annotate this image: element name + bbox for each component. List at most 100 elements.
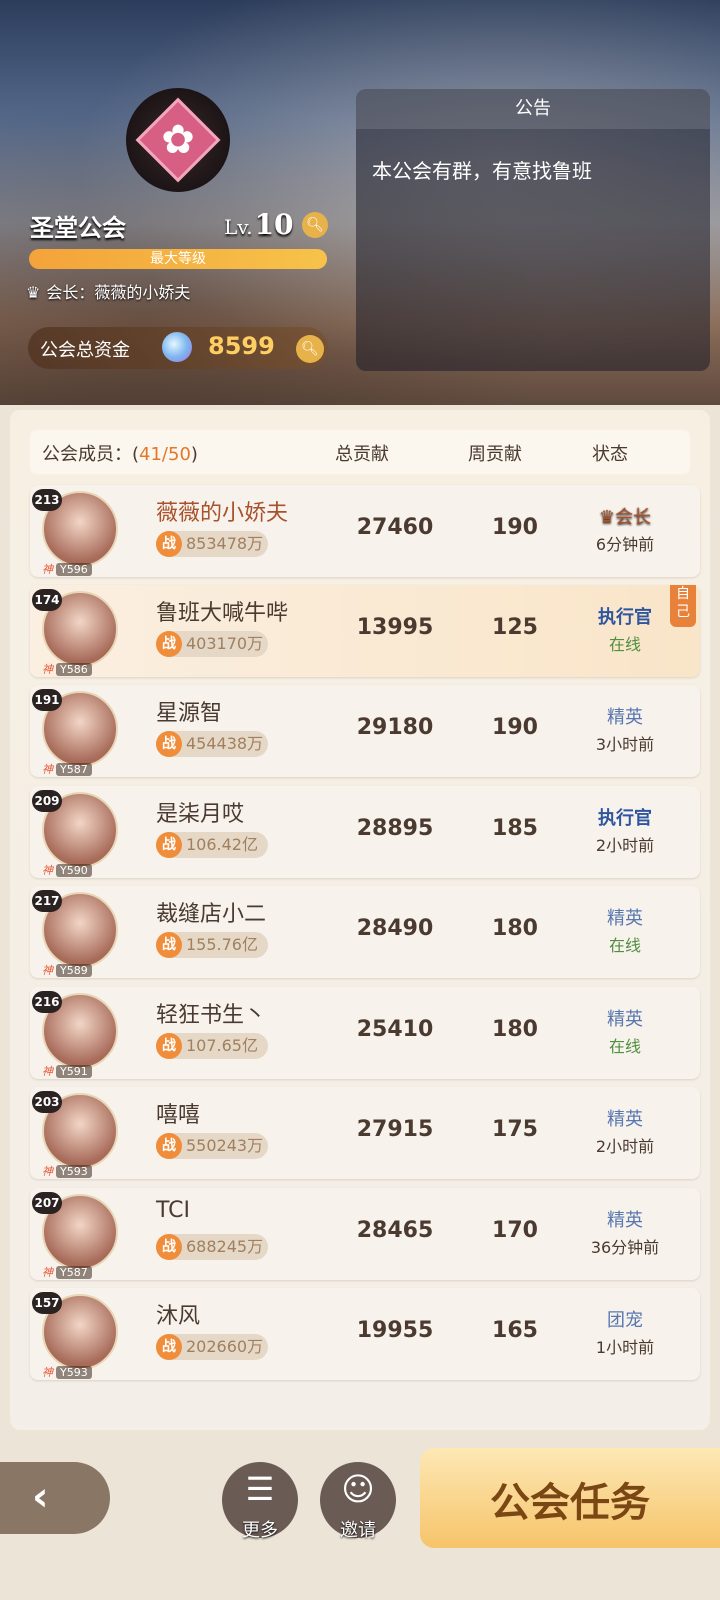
member-row[interactable]: 217 神 Y589 裁缝店小二战 155.76亿 28490 180 精英 在线 bbox=[30, 886, 700, 978]
leader-name: 薇薇的小娇夫 bbox=[94, 283, 191, 302]
member-role-label: 精英 bbox=[607, 908, 643, 929]
invite-button[interactable]: ☺ 邀请 bbox=[320, 1462, 396, 1541]
member-name: 嘻嘻 bbox=[156, 1103, 201, 1128]
guild-level: Lv.10 bbox=[224, 208, 294, 241]
member-row[interactable]: 191 神 Y587 星源智战 454438万 29180 190 精英 3小时前 bbox=[30, 685, 700, 777]
member-last-seen: 3小时前 bbox=[595, 735, 655, 754]
member-role-label: 精英 bbox=[607, 1210, 643, 1231]
guild-banner: ✿ 圣堂公会 Lv.10 🔍︎ 最大等级 ♛ 会长：薇薇的小娇夫 公会总资金 85… bbox=[0, 0, 720, 405]
god-badge-icon: 神 bbox=[42, 964, 53, 977]
member-weekly-contribution: 170 bbox=[492, 1218, 538, 1243]
member-role-label: 精英 bbox=[607, 1109, 643, 1130]
power-badge: 战 bbox=[156, 832, 182, 858]
member-last-seen: 6分钟前 bbox=[595, 535, 655, 554]
member-last-seen: 在线 bbox=[608, 635, 641, 654]
member-weekly-contribution: 180 bbox=[492, 916, 538, 941]
member-row[interactable]: 157 神 Y593 沐风战 202660万 19955 165 团宠 1小时前 bbox=[30, 1288, 700, 1380]
member-power: 战 202660万 bbox=[156, 1334, 268, 1360]
member-power: 战 403170万 bbox=[156, 631, 268, 657]
notice-title: 公告 bbox=[356, 89, 710, 129]
member-power-value: 454438万 bbox=[186, 734, 264, 753]
member-total-contribution: 25410 bbox=[356, 1017, 434, 1042]
member-role: 精英 bbox=[560, 1105, 690, 1131]
member-power: 战 688245万 bbox=[156, 1234, 268, 1260]
member-rank: Y587 bbox=[56, 763, 92, 776]
notice-board: 公告 本公会有群，有意找鲁班 bbox=[356, 89, 710, 371]
crown-icon: ♛ bbox=[598, 507, 616, 528]
member-name: 沐风 bbox=[156, 1304, 201, 1329]
member-avatar-level: 191 bbox=[32, 689, 62, 711]
power-badge: 战 bbox=[156, 932, 182, 958]
member-role-label: 团宠 bbox=[607, 1310, 643, 1331]
member-total-contribution: 27460 bbox=[356, 515, 434, 540]
member-total-contribution: 19955 bbox=[356, 1318, 434, 1343]
member-power-value: 853478万 bbox=[186, 534, 264, 553]
member-avatar-level: 174 bbox=[32, 589, 62, 611]
member-role-label: 执行官 bbox=[598, 808, 652, 829]
power-badge: 战 bbox=[156, 1334, 182, 1360]
member-name: 是柒月哎 bbox=[156, 802, 245, 827]
guild-leader: ♛ 会长：薇薇的小娇夫 bbox=[26, 279, 190, 303]
funds-value: 8599 bbox=[208, 332, 275, 360]
col-weekly-contribution: 周贡献 bbox=[468, 444, 522, 465]
magnifier-icon: 🔍︎ bbox=[306, 217, 324, 233]
member-role: 精英 bbox=[560, 1005, 690, 1031]
member-role: ♛会长 bbox=[560, 503, 690, 529]
member-role: 团宠 bbox=[560, 1306, 690, 1332]
member-power: 战 853478万 bbox=[156, 531, 268, 557]
funds-info-button[interactable]: 🔍︎ bbox=[296, 335, 324, 363]
god-badge-icon: 神 bbox=[42, 1065, 53, 1078]
member-rank: Y591 bbox=[56, 1065, 92, 1078]
god-badge-icon: 神 bbox=[42, 663, 53, 676]
guild-funds: 公会总资金 8599 🔍︎ bbox=[28, 327, 328, 369]
member-total-contribution: 28895 bbox=[356, 816, 434, 841]
member-avatar-level: 209 bbox=[32, 790, 62, 812]
member-count-value: 41/50 bbox=[139, 444, 191, 465]
member-row[interactable]: 203 神 Y593 嘻嘻战 550243万 27915 175 精英 2小时前 bbox=[30, 1087, 700, 1179]
notice-text: 本公会有群，有意找鲁班 bbox=[372, 159, 592, 183]
gem-icon bbox=[162, 332, 192, 362]
member-row[interactable]: 216 神 Y591 轻狂书生丶战 107.65亿 25410 180 精英 在线 bbox=[30, 987, 700, 1079]
members-panel: 公会成员：(41/50) 总贡献 周贡献 状态 213 神 Y596 薇薇的小娇夫战 8… bbox=[10, 410, 710, 1430]
level-value: 10 bbox=[254, 208, 294, 241]
member-total-contribution: 28490 bbox=[356, 916, 434, 941]
guild-tasks-button[interactable]: 公会任务 bbox=[420, 1448, 720, 1548]
god-badge-icon: 神 bbox=[42, 1165, 53, 1178]
member-power-value: 155.76亿 bbox=[186, 935, 258, 954]
member-role-label: 精英 bbox=[607, 1009, 643, 1030]
member-role-label: 执行官 bbox=[598, 607, 652, 628]
member-row[interactable]: 209 神 Y590 是柒月哎战 106.42亿 28895 185 执行官 2小时前 bbox=[30, 786, 700, 878]
level-info-button[interactable]: 🔍︎ bbox=[302, 212, 328, 238]
member-name: 薇薇的小娇夫 bbox=[156, 501, 289, 526]
member-power: 战 107.65亿 bbox=[156, 1033, 268, 1059]
member-power: 战 550243万 bbox=[156, 1133, 268, 1159]
member-row[interactable]: 207 神 Y587 TCI 战 688245万 28465 170 精英 36分钟前 bbox=[30, 1188, 700, 1280]
member-weekly-contribution: 175 bbox=[492, 1117, 538, 1142]
more-label: 更多 bbox=[242, 1520, 278, 1541]
member-avatar-level: 213 bbox=[32, 489, 62, 511]
magnifier-icon: 🔍︎ bbox=[301, 341, 319, 357]
guild-emblem[interactable]: ✿ bbox=[126, 88, 230, 192]
col-status: 状态 bbox=[592, 444, 628, 465]
member-power-value: 403170万 bbox=[186, 634, 264, 653]
member-avatar-level: 157 bbox=[32, 1292, 62, 1314]
members-header: 公会成员：(41/50) 总贡献 周贡献 状态 bbox=[30, 430, 690, 474]
power-badge: 战 bbox=[156, 1033, 182, 1059]
member-row[interactable]: 174 神 Y586 鲁班大喊牛哔战 403170万 13995 125 执行官 在线 自己 bbox=[30, 585, 700, 677]
power-badge: 战 bbox=[156, 1133, 182, 1159]
invite-label: 邀请 bbox=[340, 1520, 376, 1541]
power-badge: 战 bbox=[156, 731, 182, 757]
member-total-contribution: 29180 bbox=[356, 715, 434, 740]
member-row[interactable]: 213 神 Y596 薇薇的小娇夫战 853478万 27460 190 ♛会长 6分钟前 bbox=[30, 485, 700, 577]
member-rank: Y587 bbox=[56, 1266, 92, 1279]
invite-icon: ☺ bbox=[341, 1470, 375, 1508]
list-icon: ☰ bbox=[245, 1470, 275, 1508]
back-button[interactable]: ‹ bbox=[0, 1462, 110, 1534]
member-avatar-level: 217 bbox=[32, 890, 62, 912]
member-total-contribution: 13995 bbox=[356, 615, 434, 640]
member-power-value: 550243万 bbox=[186, 1136, 264, 1155]
more-button[interactable]: ☰ 更多 bbox=[222, 1462, 298, 1541]
god-badge-icon: 神 bbox=[42, 763, 53, 776]
member-name: 星源智 bbox=[156, 701, 223, 726]
member-role-label: 精英 bbox=[607, 707, 643, 728]
